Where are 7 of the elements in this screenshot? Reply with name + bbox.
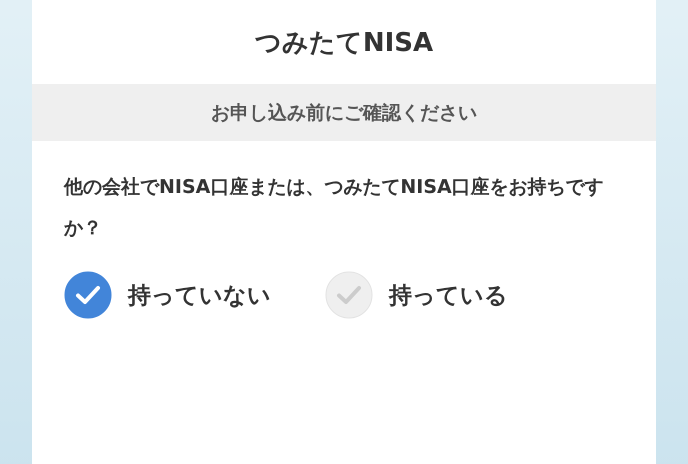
check-circle-icon (325, 271, 373, 319)
radio-option[interactable]: 持っている (325, 271, 508, 319)
question-text: 他の会社でNISA口座または、つみたてNISA口座をお持ちですか？ (64, 175, 605, 241)
check-circle-icon (64, 271, 112, 319)
radio-option[interactable]: 持っていない (64, 271, 271, 319)
notice-text: お申し込み前にご確認ください (211, 100, 477, 126)
page-title: つみたてNISA (254, 26, 434, 60)
